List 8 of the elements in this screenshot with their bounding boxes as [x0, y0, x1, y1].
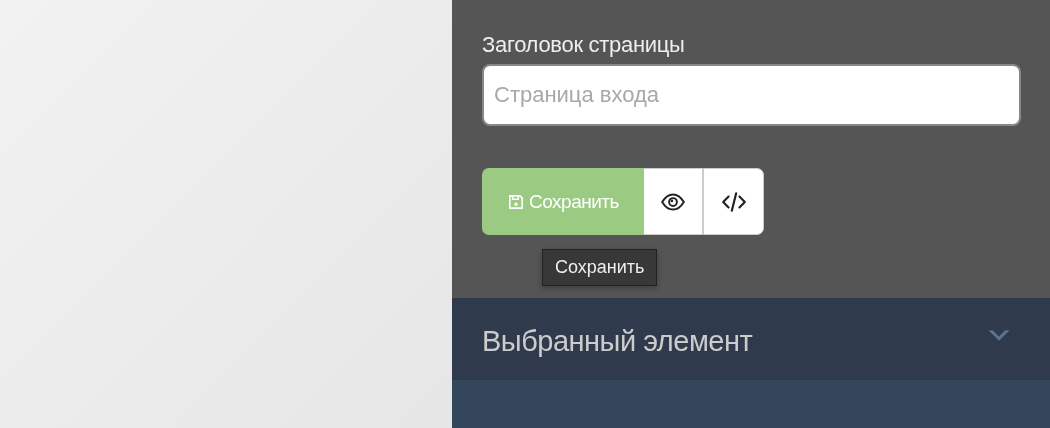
section-header[interactable]: Выбранный элемент	[452, 298, 1050, 380]
save-icon	[507, 192, 526, 211]
preview-button[interactable]	[644, 168, 703, 235]
code-button[interactable]	[703, 168, 764, 235]
field-label: Заголовок страницы	[482, 32, 686, 58]
section-title: Выбранный элемент	[482, 324, 753, 358]
tooltip: Сохранить	[542, 249, 658, 286]
page-title-field[interactable]: Страница входа	[482, 64, 1021, 126]
